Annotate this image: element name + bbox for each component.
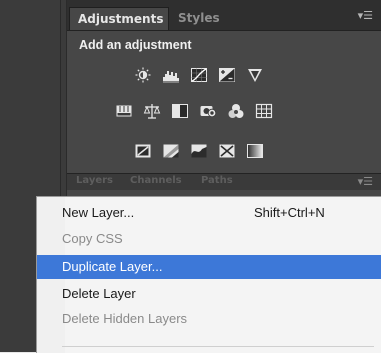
menu-item-shortcut: Shift+Ctrl+N [254,205,325,220]
tab-adjustments[interactable]: Adjustments [69,7,169,30]
exposure-icon[interactable] [218,67,236,83]
menu-item-new-layer[interactable]: New Layer... Shift+Ctrl+N [37,201,381,225]
posterize-icon[interactable] [162,143,180,159]
menu-item-copy-css: Copy CSS [37,227,381,251]
levels-icon[interactable] [162,67,180,83]
photo-filter-icon[interactable] [199,103,217,119]
add-adjustment-heading: Add an adjustment [79,38,192,52]
menu-item-duplicate-layer[interactable]: Duplicate Layer... [37,255,381,279]
menu-item-label: Duplicate Layer... [62,259,163,274]
color-lookup-icon[interactable] [255,103,273,119]
hue-saturation-icon[interactable] [115,103,133,119]
gradient-map-icon[interactable] [218,143,236,159]
brightness-contrast-icon[interactable] [134,67,152,83]
curves-icon[interactable] [190,67,208,83]
menu-item-delete-layer[interactable]: Delete Layer [37,282,381,306]
panel-menu-icon[interactable]: ▾☰ [358,9,373,22]
invert-icon[interactable] [134,143,152,159]
menu-item-label: Copy CSS [62,231,123,246]
menu-item-label: Delete Layer [62,286,136,301]
tab-paths[interactable]: Paths [201,175,233,186]
menu-item-delete-hidden-layers: Delete Hidden Layers [37,307,381,331]
context-menu: New Layer... Shift+Ctrl+N Copy CSS Dupli… [36,196,381,353]
layers-panel-tab-bar: Layers Channels Paths ▾☰ [67,173,381,190]
menu-separator [62,346,374,347]
black-white-icon[interactable] [171,103,189,119]
tab-channels[interactable]: Channels [130,175,182,186]
menu-item-label: New Layer... [62,205,135,220]
layers-panel-menu-icon[interactable]: ▾☰ [358,175,373,188]
tab-styles[interactable]: Styles [170,7,228,30]
color-balance-icon[interactable] [143,103,161,119]
selective-color-icon[interactable] [246,143,264,159]
channel-mixer-icon[interactable] [227,103,245,119]
tab-layers[interactable]: Layers [76,175,113,186]
menu-item-label: Delete Hidden Layers [62,311,188,326]
vibrance-icon[interactable] [246,67,264,83]
panel-tab-bar: Adjustments Styles ▾☰ [67,0,381,31]
threshold-icon[interactable] [190,143,208,159]
